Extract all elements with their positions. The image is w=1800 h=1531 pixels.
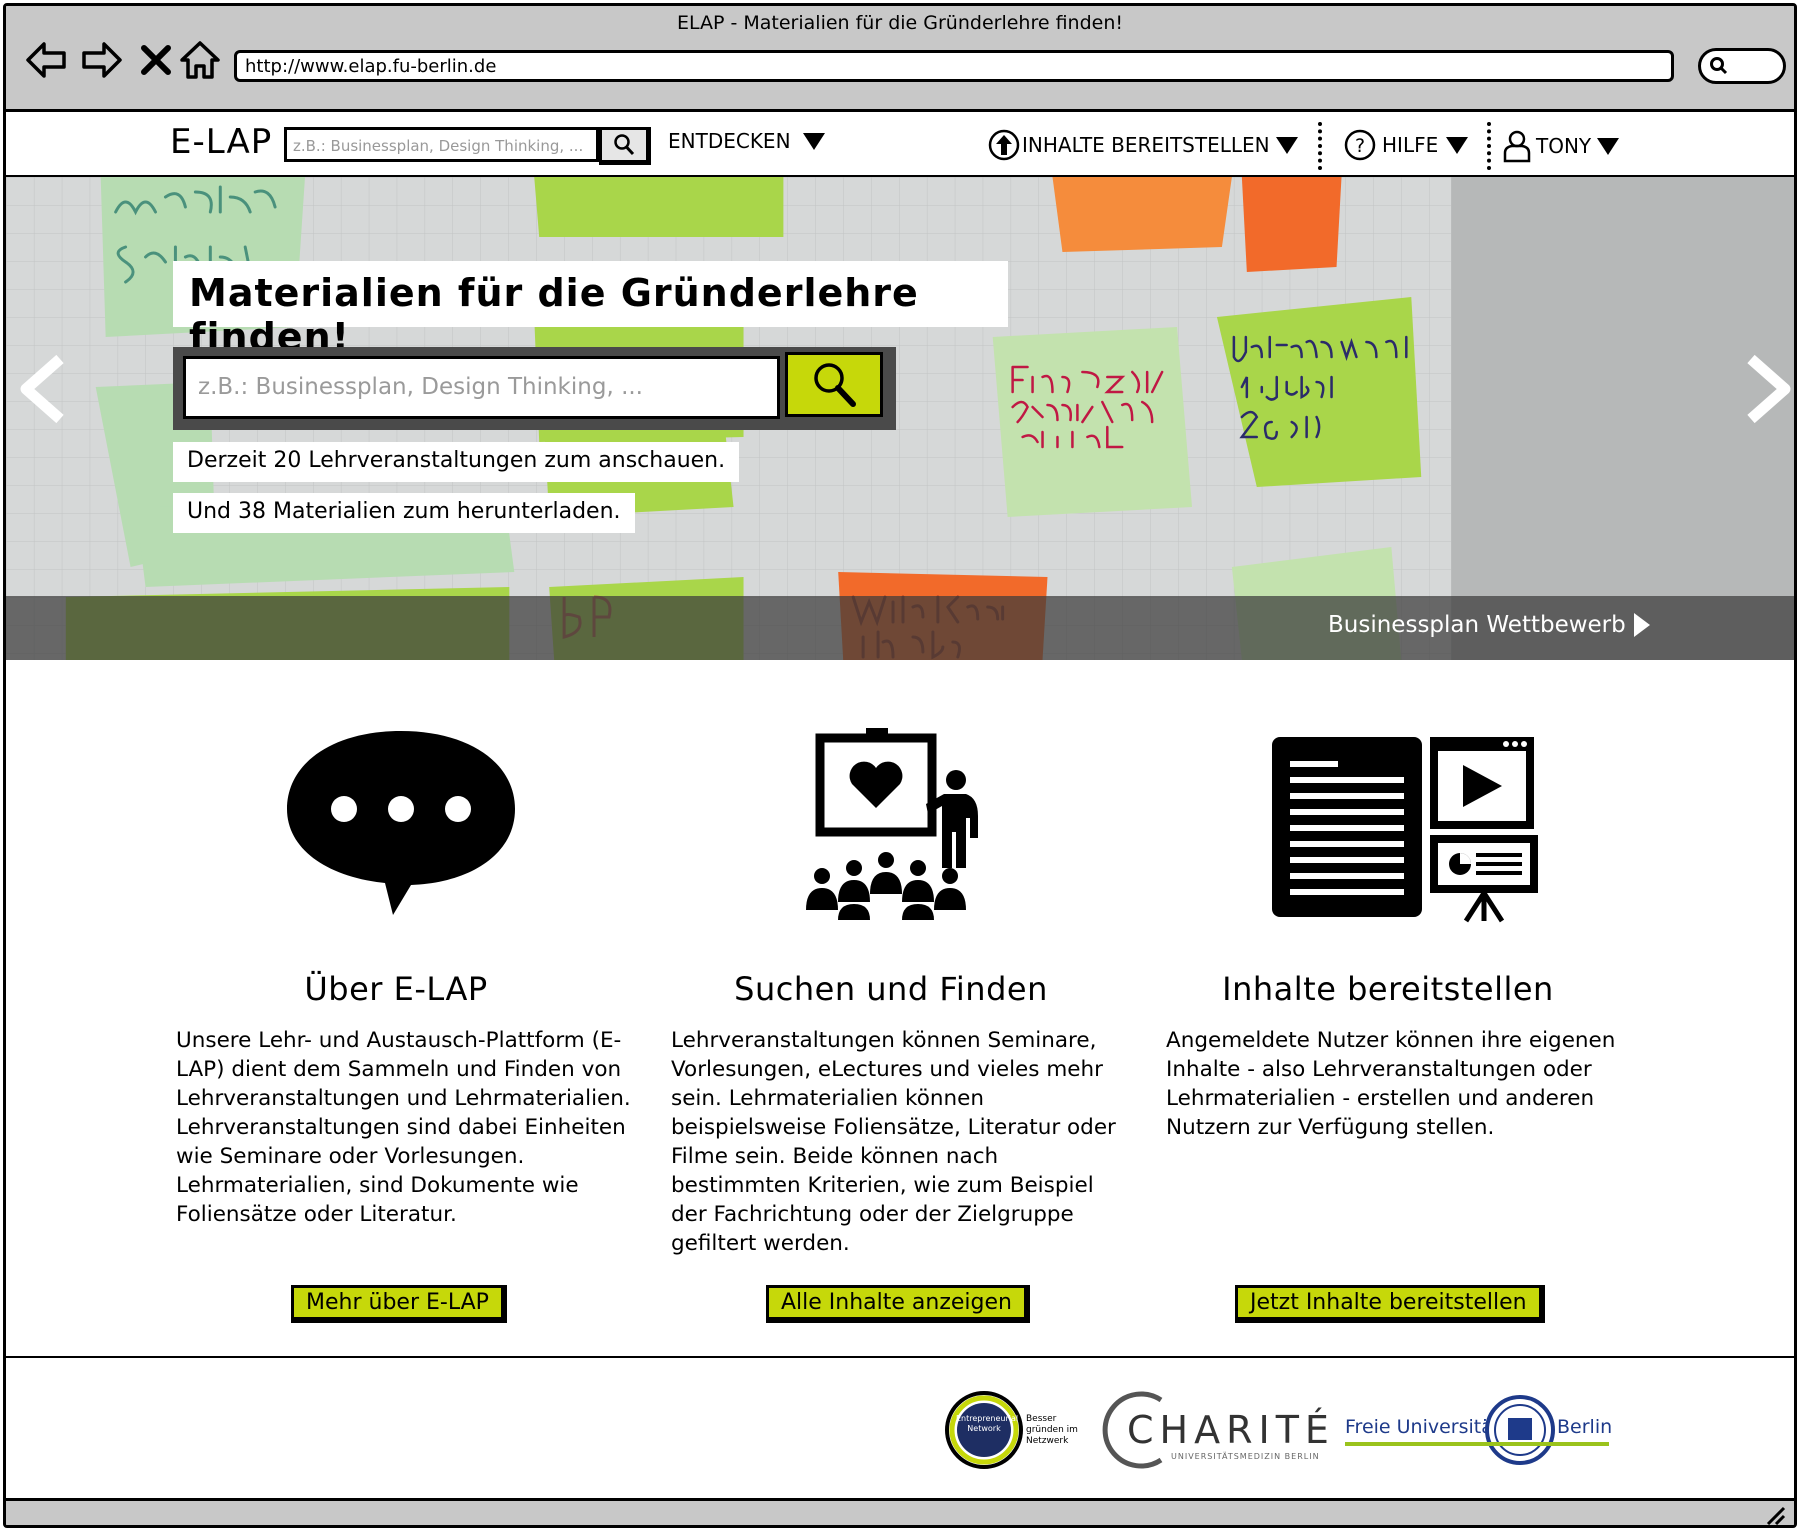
resize-grip-icon[interactable] xyxy=(1764,1504,1788,1528)
browser-status-bar xyxy=(6,1498,1794,1528)
play-arrow-icon xyxy=(1633,613,1650,637)
alle-inhalte-anzeigen-button[interactable]: Alle Inhalte anzeigen xyxy=(766,1285,1030,1323)
address-bar[interactable]: http://www.elap.fu-berlin.de xyxy=(234,50,1674,82)
search-icon xyxy=(1710,57,1728,75)
charite-logo[interactable]: CHARITÉ UNIVERSITÄTSMEDIZIN BERLIN xyxy=(1101,1390,1329,1474)
hero-info-materials: Und 38 Materialien zum herunterladen. xyxy=(173,493,635,533)
chevron-down-icon xyxy=(802,132,825,150)
menu-user-label: TONY xyxy=(1536,134,1592,158)
chat-bubble-icon xyxy=(287,731,515,915)
network-logo-side-text: Besser gründen im Netzwerk xyxy=(1026,1414,1078,1446)
magnifier-icon xyxy=(614,134,635,156)
chevron-down-icon xyxy=(1446,136,1469,154)
menu-inhalte-bereitstellen[interactable]: INHALTE BEREITSTELLEN xyxy=(988,129,1298,161)
stop-icon[interactable] xyxy=(134,38,178,82)
document-media-icon xyxy=(1272,737,1538,923)
mehr-ueber-elap-button[interactable]: Mehr über E-LAP xyxy=(291,1285,507,1323)
hero-carousel: Materialien für die Gründerlehre finden!… xyxy=(6,177,1794,660)
feature-text-inhalte: Angemeldete Nutzer können ihre eigenen I… xyxy=(1166,1028,1616,1140)
upload-icon xyxy=(988,129,1020,161)
site-header: E-LAP z.B.: Businessplan, Design Thinkin… xyxy=(6,112,1794,177)
magnifier-icon xyxy=(814,362,856,407)
carousel-prev-arrow-icon[interactable] xyxy=(12,349,72,429)
menu-entdecken[interactable]: ENTDECKEN xyxy=(668,129,825,153)
presentation-audience-icon xyxy=(806,728,978,920)
menu-inhalte-label: INHALTE BEREITSTELLEN xyxy=(1022,133,1270,157)
network-logo-inner-text: Entrepreneurial Network xyxy=(956,1414,1019,1433)
fu-seal-icon xyxy=(1485,1395,1555,1465)
site-logo[interactable]: E-LAP xyxy=(170,122,272,162)
entrepreneurial-network-logo[interactable]: Entrepreneurial Network Besser gründen i… xyxy=(944,1390,1078,1474)
fu-logo-right-text: Berlin xyxy=(1557,1416,1613,1438)
hero-info-courses: Derzeit 20 Lehrveranstaltungen zum ansch… xyxy=(173,442,740,482)
footer-divider xyxy=(6,1356,1794,1358)
fu-logo-underline xyxy=(1345,1442,1609,1446)
feature-title-ueber: Über E-LAP xyxy=(304,970,488,1008)
feature-title-inhalte: Inhalte bereitstellen xyxy=(1222,970,1554,1008)
menu-entdecken-label: ENTDECKEN xyxy=(668,129,791,153)
help-icon: ? xyxy=(1344,129,1376,161)
browser-search-field[interactable] xyxy=(1698,48,1786,84)
fu-logo-left-text: Freie Universität xyxy=(1345,1416,1501,1438)
header-search-button[interactable] xyxy=(599,127,651,165)
svg-text:?: ? xyxy=(1355,135,1365,157)
user-icon xyxy=(1503,130,1531,163)
menu-user[interactable]: TONY xyxy=(1502,129,1620,163)
hero-search-button[interactable] xyxy=(785,352,883,417)
back-icon[interactable] xyxy=(24,38,68,82)
header-search-input[interactable]: z.B.: Businessplan, Design Thinking, ... xyxy=(284,127,599,162)
window-title: ELAP - Materialien für die Gründerlehre … xyxy=(676,12,1124,34)
menu-divider xyxy=(1318,122,1322,170)
home-icon[interactable] xyxy=(178,38,222,82)
hero-slide-link-label: Businessplan Wettbewerb xyxy=(1328,612,1626,638)
browser-window: ELAP - Materialien für die Gründerlehre … xyxy=(3,3,1797,1528)
feature-text-suchen: Lehrveranstaltungen können Seminare, Vor… xyxy=(671,1028,1116,1256)
menu-hilfe[interactable]: ? HILFE xyxy=(1344,129,1469,161)
menu-divider xyxy=(1487,122,1491,170)
jetzt-inhalte-bereitstellen-button[interactable]: Jetzt Inhalte bereitstellen xyxy=(1235,1285,1545,1323)
menu-hilfe-label: HILFE xyxy=(1382,133,1439,157)
hero-search-input[interactable]: z.B.: Businessplan, Design Thinking, ... xyxy=(183,356,780,419)
hero-search-box: z.B.: Businessplan, Design Thinking, ... xyxy=(173,347,896,430)
feature-text-ueber: Unsere Lehr- und Austausch-Plattform (E-… xyxy=(176,1028,631,1227)
hero-slide-link[interactable]: Businessplan Wettbewerb xyxy=(1328,612,1650,638)
chevron-down-icon xyxy=(1597,137,1620,155)
charite-logo-subtext: UNIVERSITÄTSMEDIZIN BERLIN xyxy=(1171,1452,1320,1461)
browser-toolbar: ELAP - Materialien für die Gründerlehre … xyxy=(6,6,1794,112)
feature-title-suchen: Suchen und Finden xyxy=(734,970,1048,1008)
charite-logo-text: CHARITÉ xyxy=(1127,1408,1335,1452)
chevron-down-icon xyxy=(1275,136,1298,154)
carousel-next-arrow-icon[interactable] xyxy=(1739,349,1794,429)
forward-icon[interactable] xyxy=(80,38,124,82)
hero-title: Materialien für die Gründerlehre finden! xyxy=(173,261,1008,359)
